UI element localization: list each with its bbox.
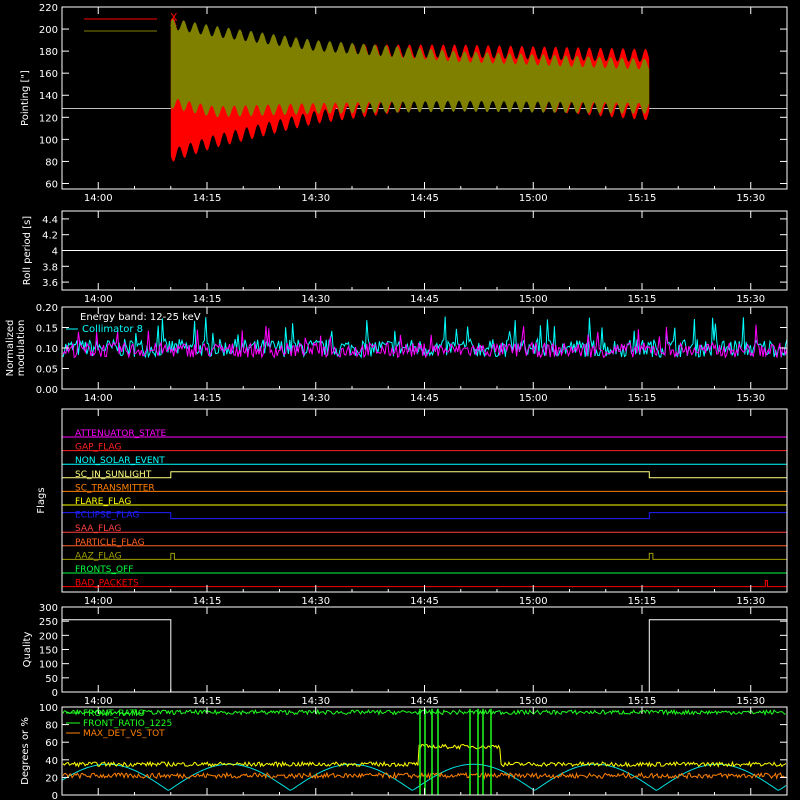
y-tick-label: 160 — [39, 69, 58, 80]
x-tick-label: 14:15 — [193, 696, 222, 707]
x-tick-label: 14:45 — [410, 193, 439, 204]
y-tick-label: 220 — [39, 3, 58, 14]
x-tick-label: 15:30 — [736, 294, 765, 305]
y-tick-label: 100 — [39, 703, 58, 714]
x-tick-label: 14:15 — [193, 294, 222, 305]
y-tick-label: 0.20 — [36, 303, 58, 314]
legend-label: MAX_DET_VS_TOT — [83, 729, 165, 739]
y-axis-label: Degrees or % — [20, 717, 31, 785]
x-tick-label: 14:00 — [84, 294, 113, 305]
x-tick-label: 15:00 — [519, 696, 548, 707]
annotation-energy-band: Energy band: 12-25 keV — [80, 312, 201, 323]
y-tick-label: 140 — [39, 91, 58, 102]
flag-label: SC_TRANSMITTER — [75, 483, 155, 493]
x-tick-label: 14:30 — [301, 596, 330, 607]
y-axis-label: Roll period [s] — [22, 216, 33, 285]
y-tick-label: 60 — [45, 738, 58, 749]
x-tick-label: 14:45 — [410, 393, 439, 404]
y-tick-label: 0.00 — [36, 385, 58, 396]
x-tick-label: 15:30 — [736, 393, 765, 404]
y-tick-label: 100 — [39, 660, 58, 671]
y-tick-label: 3.6 — [42, 278, 58, 289]
y-tick-label: 4.2 — [42, 231, 58, 242]
legend-label: FRONT_RATIO — [83, 709, 145, 719]
y-axis-label: modulation — [16, 320, 27, 377]
multi-panel-chart: 14:00 14:15 14:30 14:45 15:00 15:15 15:30 60 80 1… — [0, 0, 800, 800]
flag-label: PARTICLE_FLAG — [75, 538, 145, 548]
flag-label: NON_SOLAR_EVENT — [75, 456, 165, 466]
flag-label: BAD_PACKETS — [75, 579, 139, 589]
y-tick-label: 120 — [39, 113, 58, 124]
x-tick-label: 15:00 — [519, 193, 548, 204]
x-tick-label: 14:15 — [193, 193, 222, 204]
y-axis-label: Pointing ["] — [20, 70, 31, 126]
flag-label: ATTENUATOR_STATE — [75, 429, 167, 439]
y-tick-label: 60 — [45, 179, 58, 190]
x-tick-label: 15:15 — [628, 393, 657, 404]
x-tick-label: 14:45 — [410, 294, 439, 305]
x-tick-label: 15:30 — [736, 193, 765, 204]
x-tick-label: 15:15 — [628, 193, 657, 204]
y-tick-label: 20 — [45, 773, 58, 784]
y-tick-label: 250 — [39, 617, 58, 628]
y-axis-label: Quality — [22, 632, 33, 668]
x-tick-label: 14:00 — [84, 596, 113, 607]
x-tick-label: 15:00 — [519, 596, 548, 607]
y-tick-label: 0 — [52, 791, 58, 800]
legend-label: Y — [169, 23, 177, 36]
x-tick-label: 15:30 — [736, 696, 765, 707]
y-tick-label: 80 — [45, 157, 58, 168]
y-tick-label: 4.4 — [42, 215, 58, 226]
flag-label: SC_IN_SUNLIGHT — [75, 470, 152, 480]
chart-background — [0, 0, 800, 800]
x-tick-label: 15:30 — [736, 596, 765, 607]
x-tick-label: 14:30 — [301, 193, 330, 204]
flag-label: FLARE_FLAG — [75, 497, 131, 507]
y-axis-label: Normalized — [5, 320, 16, 377]
y-tick-label: 300 — [39, 603, 58, 614]
x-tick-label: 14:30 — [301, 696, 330, 707]
y-tick-label: 0.15 — [36, 324, 58, 335]
y-tick-label: 150 — [39, 646, 58, 657]
annotation-collimator: Collimator 8 — [82, 324, 143, 335]
y-tick-label: 0.10 — [36, 344, 58, 355]
y-tick-label: 100 — [39, 135, 58, 146]
flag-label: FRONTS_OFF — [75, 565, 133, 575]
x-tick-label: 14:15 — [193, 393, 222, 404]
y-tick-label: 50 — [45, 674, 58, 685]
y-tick-label: 200 — [39, 25, 58, 36]
y-tick-label: 180 — [39, 47, 58, 58]
y-axis-label: Flags — [36, 487, 47, 513]
x-tick-label: 14:45 — [410, 596, 439, 607]
y-tick-label: 0.05 — [36, 365, 58, 376]
x-tick-label: 15:15 — [628, 696, 657, 707]
x-tick-label: 15:00 — [519, 393, 548, 404]
y-tick-label: 4 — [52, 247, 58, 258]
x-tick-label: 14:30 — [301, 294, 330, 305]
y-tick-label: 3.8 — [42, 262, 58, 273]
flag-label: SAA_FLAG — [75, 524, 121, 534]
y-tick-label: 0 — [52, 688, 58, 699]
x-tick-label: 15:15 — [628, 294, 657, 305]
x-tick-label: 14:00 — [84, 696, 113, 707]
x-tick-label: 14:45 — [410, 696, 439, 707]
x-tick-label: 14:00 — [84, 193, 113, 204]
legend-label: FRONT_RATIO_1225 — [83, 719, 172, 729]
x-tick-label: 14:15 — [193, 596, 222, 607]
y-tick-label: 40 — [45, 756, 58, 767]
x-tick-label: 14:00 — [84, 393, 113, 404]
flag-label: AAZ_FLAG — [75, 551, 122, 561]
y-tick-label: 80 — [45, 721, 58, 732]
flag-label: ECLIPSE_FLAG — [75, 511, 139, 521]
y-tick-label: 200 — [39, 631, 58, 642]
x-tick-label: 15:00 — [519, 294, 548, 305]
x-tick-label: 14:30 — [301, 393, 330, 404]
flag-label: GAP_FLAG — [75, 443, 121, 453]
x-tick-label: 15:15 — [628, 596, 657, 607]
